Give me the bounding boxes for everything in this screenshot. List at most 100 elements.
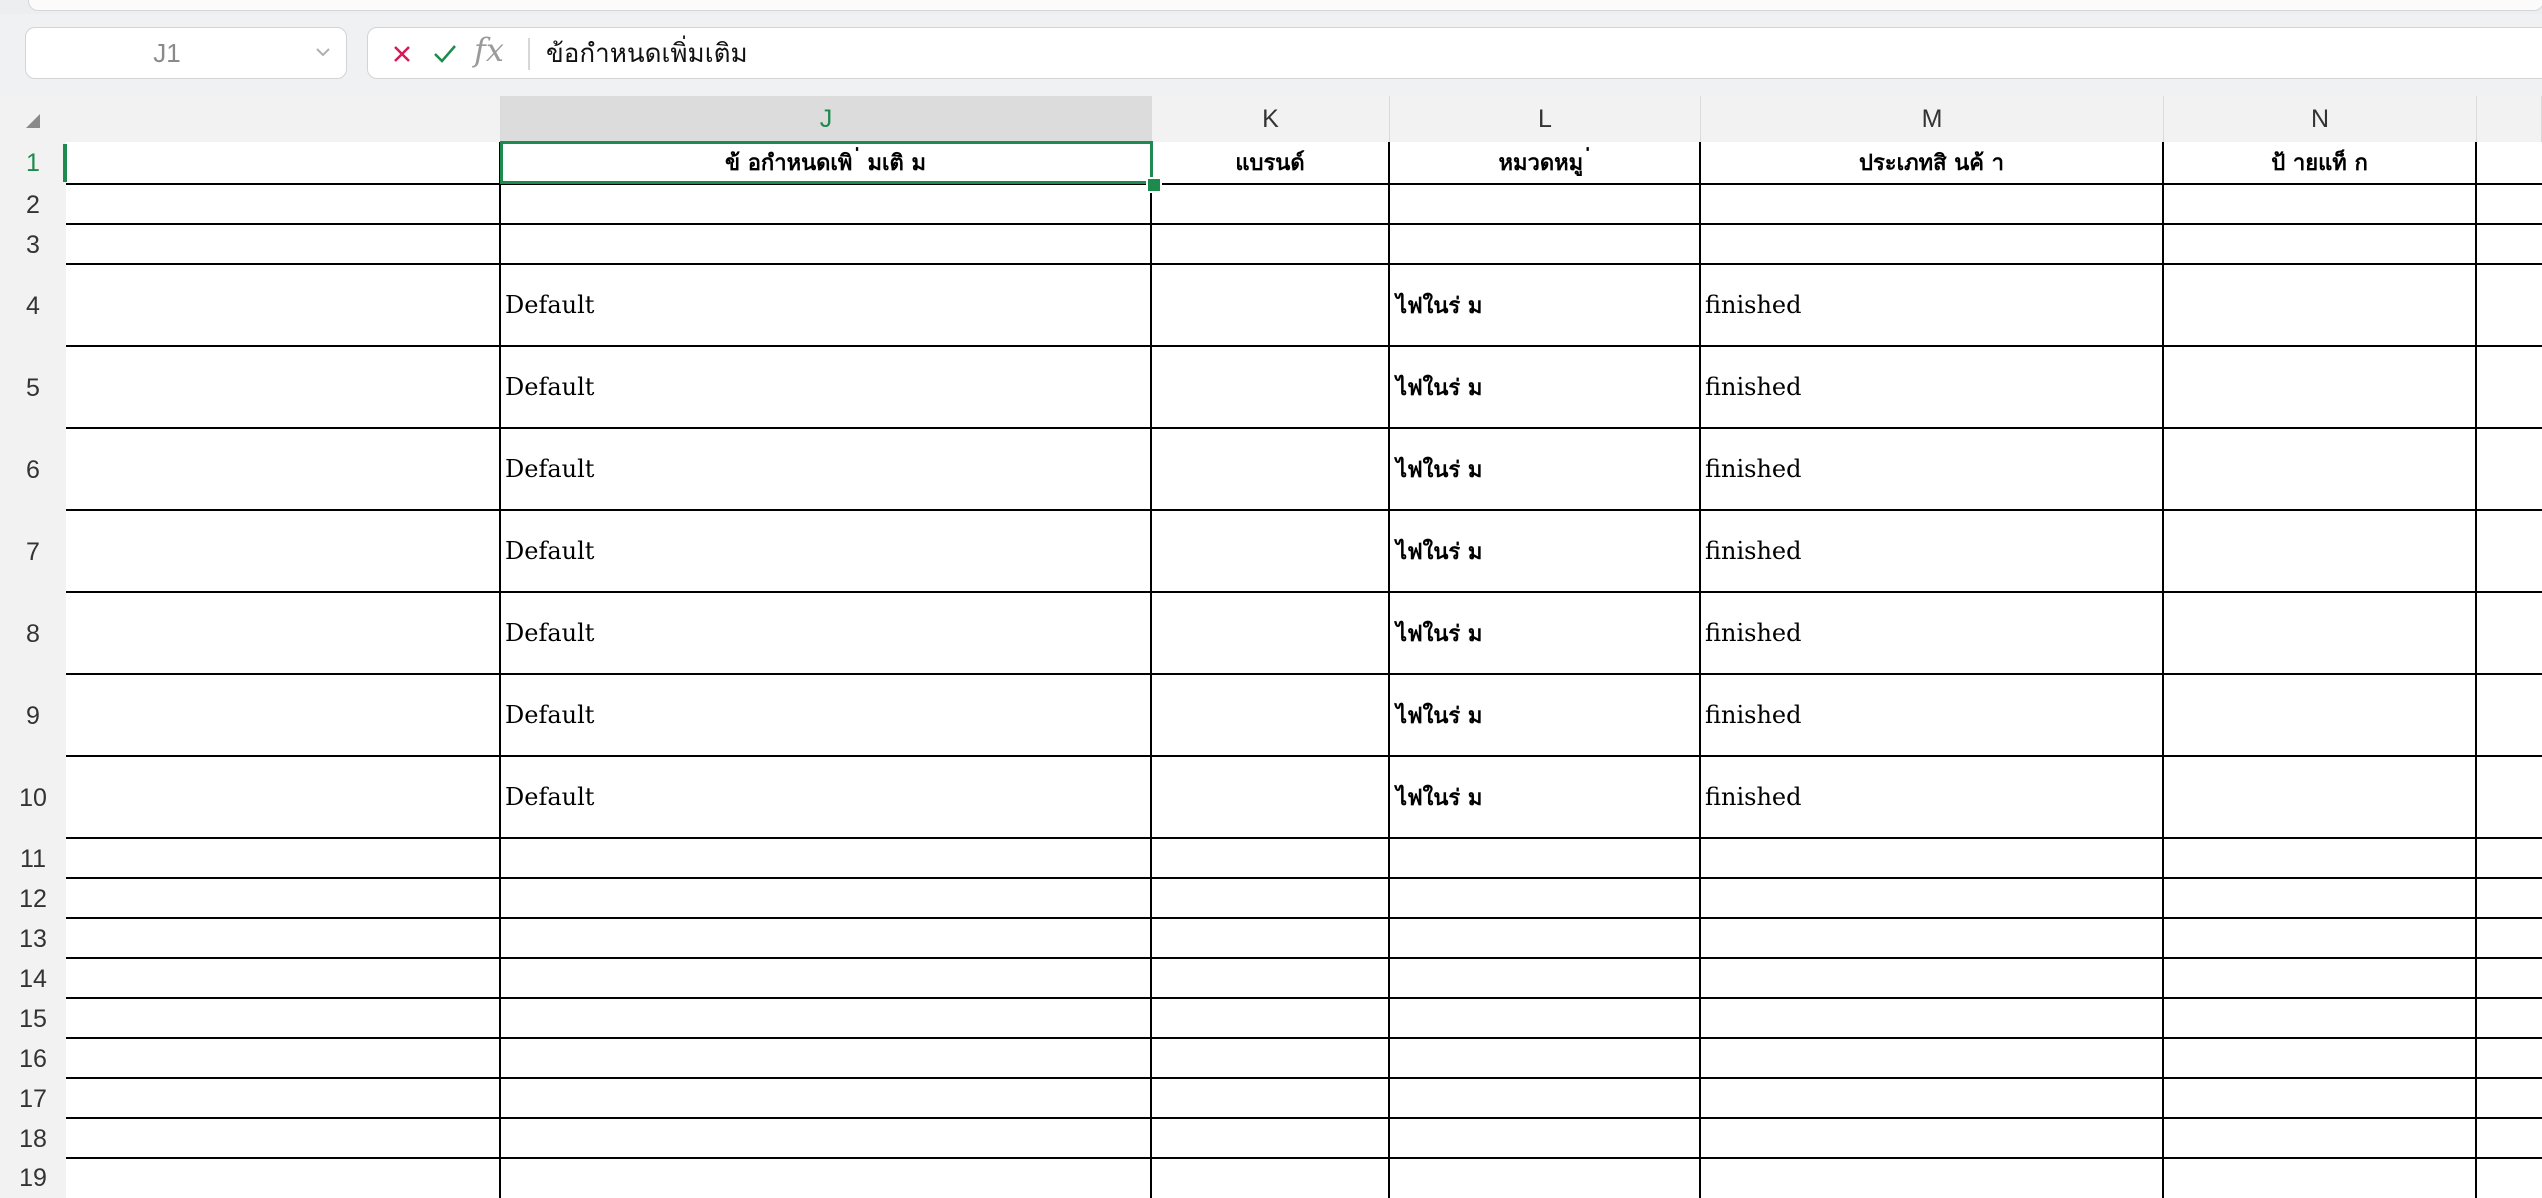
column-header-next[interactable] [2477,96,2542,142]
column-header-k[interactable]: K [1152,96,1390,142]
cell-o13[interactable] [2477,919,2542,959]
cell-m11[interactable] [1701,839,2164,879]
cell-k17[interactable] [1152,1079,1390,1119]
cell-o3[interactable] [2477,225,2542,265]
cell-i14[interactable] [66,959,501,999]
cell-k15[interactable] [1152,999,1390,1039]
cell-n8[interactable] [2164,593,2477,675]
row-header-7[interactable]: 7 [0,511,66,593]
cell-k2[interactable] [1152,185,1390,225]
cell-n1[interactable]: ป้ ายแท็ ก [2164,142,2477,185]
cell-i19[interactable] [66,1159,501,1198]
cell-k18[interactable] [1152,1119,1390,1159]
cell-l8[interactable]: ไฟในร่ ม [1390,593,1701,675]
cell-o6[interactable] [2477,429,2542,511]
cell-j16[interactable] [501,1039,1152,1079]
cell-m6[interactable]: finished [1701,429,2164,511]
cell-j19[interactable] [501,1159,1152,1198]
cell-m3[interactable] [1701,225,2164,265]
cell-m7[interactable]: finished [1701,511,2164,593]
cell-j13[interactable] [501,919,1152,959]
select-all-button[interactable] [0,96,66,142]
cell-l6[interactable]: ไฟในร่ ม [1390,429,1701,511]
cell-m17[interactable] [1701,1079,2164,1119]
cell-m8[interactable]: finished [1701,593,2164,675]
cell-m12[interactable] [1701,879,2164,919]
cell-m1[interactable]: ประเภทสิ นค้ า [1701,142,2164,185]
cell-m13[interactable] [1701,919,2164,959]
cell-o17[interactable] [2477,1079,2542,1119]
row-header-15[interactable]: 15 [0,999,66,1039]
cell-o10[interactable] [2477,757,2542,839]
cell-i1[interactable] [66,142,501,185]
cell-o14[interactable] [2477,959,2542,999]
row-header-12[interactable]: 12 [0,879,66,919]
row-header-18[interactable]: 18 [0,1119,66,1159]
column-header-j[interactable]: J [501,96,1152,142]
cell-o18[interactable] [2477,1119,2542,1159]
cell-o19[interactable] [2477,1159,2542,1198]
cell-l7[interactable]: ไฟในร่ ม [1390,511,1701,593]
cell-o5[interactable] [2477,347,2542,429]
cell-l16[interactable] [1390,1039,1701,1079]
cell-i6[interactable] [66,429,501,511]
cell-k9[interactable] [1152,675,1390,757]
row-header-10[interactable]: 10 [0,757,66,839]
cell-m15[interactable] [1701,999,2164,1039]
cell-l3[interactable] [1390,225,1701,265]
cell-l12[interactable] [1390,879,1701,919]
cell-o12[interactable] [2477,879,2542,919]
cell-k4[interactable] [1152,265,1390,347]
cell-n15[interactable] [2164,999,2477,1039]
cell-i4[interactable] [66,265,501,347]
cell-i13[interactable] [66,919,501,959]
cell-m10[interactable]: finished [1701,757,2164,839]
cell-n3[interactable] [2164,225,2477,265]
cell-n16[interactable] [2164,1039,2477,1079]
cell-i7[interactable] [66,511,501,593]
cell-n2[interactable] [2164,185,2477,225]
cell-l18[interactable] [1390,1119,1701,1159]
cell-k13[interactable] [1152,919,1390,959]
row-header-6[interactable]: 6 [0,429,66,511]
cell-i17[interactable] [66,1079,501,1119]
cell-o16[interactable] [2477,1039,2542,1079]
cell-n13[interactable] [2164,919,2477,959]
cell-k5[interactable] [1152,347,1390,429]
cell-j8[interactable]: Default [501,593,1152,675]
column-header-l[interactable]: L [1390,96,1701,142]
row-header-9[interactable]: 9 [0,675,66,757]
cell-o7[interactable] [2477,511,2542,593]
cell-l19[interactable] [1390,1159,1701,1198]
cell-i11[interactable] [66,839,501,879]
cell-k11[interactable] [1152,839,1390,879]
cell-l9[interactable]: ไฟในร่ ม [1390,675,1701,757]
cell-n9[interactable] [2164,675,2477,757]
name-box[interactable]: J1 [25,27,347,79]
cell-n10[interactable] [2164,757,2477,839]
cell-j3[interactable] [501,225,1152,265]
cell-i10[interactable] [66,757,501,839]
cell-j1[interactable]: ข้ อกำหนดเพิ ่ มเติ ม [501,142,1152,185]
chevron-down-icon[interactable] [312,41,334,63]
formula-bar[interactable]: fx ข้อกำหนดเพิ่มเติม [367,27,2542,79]
cell-l4[interactable]: ไฟในร่ ม [1390,265,1701,347]
cell-j7[interactable]: Default [501,511,1152,593]
cell-l10[interactable]: ไฟในร่ ม [1390,757,1701,839]
cell-m16[interactable] [1701,1039,2164,1079]
cell-n11[interactable] [2164,839,2477,879]
cell-j12[interactable] [501,879,1152,919]
cell-n5[interactable] [2164,347,2477,429]
formula-input[interactable]: ข้อกำหนดเพิ่มเติม [546,28,748,78]
cell-n18[interactable] [2164,1119,2477,1159]
cell-n4[interactable] [2164,265,2477,347]
cell-i5[interactable] [66,347,501,429]
cell-l14[interactable] [1390,959,1701,999]
cell-n6[interactable] [2164,429,2477,511]
cell-k3[interactable] [1152,225,1390,265]
row-header-17[interactable]: 17 [0,1079,66,1119]
cell-l1[interactable]: หมวดหมู ่ [1390,142,1701,185]
cell-j15[interactable] [501,999,1152,1039]
check-icon[interactable] [430,39,460,69]
x-icon[interactable] [387,39,417,69]
